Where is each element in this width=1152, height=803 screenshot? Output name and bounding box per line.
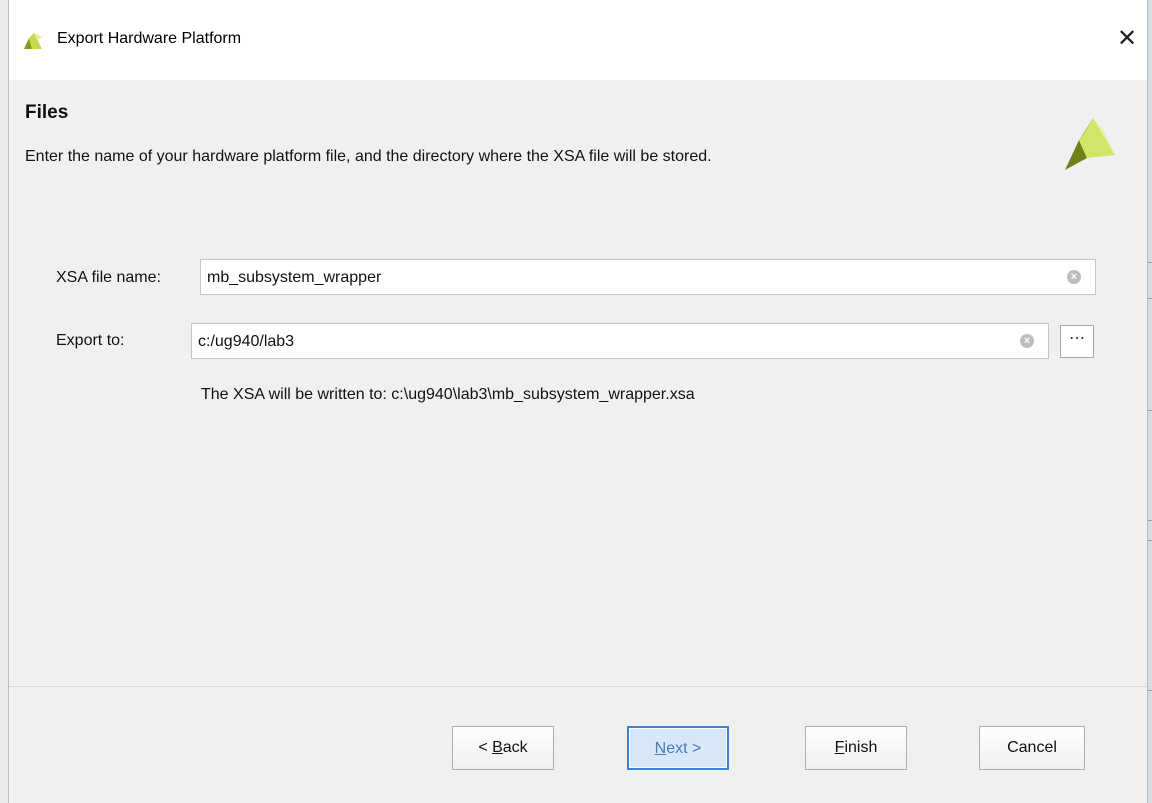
page-title: Files [25, 102, 69, 123]
cancel-button[interactable]: Cancel [979, 726, 1085, 770]
title-bar[interactable]: Export Hardware Platform ✕ [9, 0, 1147, 80]
export-to-value: c:/ug940/lab3 [198, 333, 295, 350]
wizard-header: Files Enter the name of your hardware pl… [9, 80, 1147, 200]
finish-button-mnemonic: F [834, 739, 845, 756]
back-button[interactable]: < Back [452, 726, 554, 770]
export-to-label: Export to: [56, 332, 125, 349]
xsa-file-name-field[interactable]: mb_subsystem_wrapper × [200, 259, 1096, 295]
footer-separator [9, 686, 1147, 687]
back-button-mnemonic: B [492, 739, 503, 756]
page-description: Enter the name of your hardware platform… [25, 148, 712, 165]
close-icon: ✕ [1116, 24, 1138, 52]
xilinx-logo-icon [1065, 118, 1115, 170]
finish-button-rest: inish [844, 739, 878, 756]
clear-icon[interactable]: × [1067, 270, 1081, 284]
back-button-rest: ack [502, 739, 528, 756]
next-button-mnemonic: N [654, 740, 667, 757]
back-button-prefix: < [478, 739, 493, 756]
export-to-field[interactable]: c:/ug940/lab3 × [191, 323, 1049, 359]
close-button[interactable]: ✕ [1107, 18, 1147, 58]
xilinx-logo-icon [24, 33, 42, 49]
ellipsis-icon: ⋯ [1069, 330, 1085, 347]
output-path-info: The XSA will be written to: c:\ug940\lab… [201, 386, 695, 403]
next-button[interactable]: Next > [627, 726, 729, 770]
export-hardware-platform-dialog: Export Hardware Platform ✕ Files Enter t… [8, 0, 1148, 803]
clear-icon[interactable]: × [1020, 334, 1034, 348]
window-title: Export Hardware Platform [57, 30, 242, 47]
next-button-rest: ext > [666, 740, 702, 757]
browse-button[interactable]: ⋯ [1060, 325, 1094, 358]
finish-button[interactable]: Finish [805, 726, 907, 770]
xsa-file-name-value: mb_subsystem_wrapper [207, 269, 382, 286]
xsa-file-name-label: XSA file name: [56, 269, 161, 286]
